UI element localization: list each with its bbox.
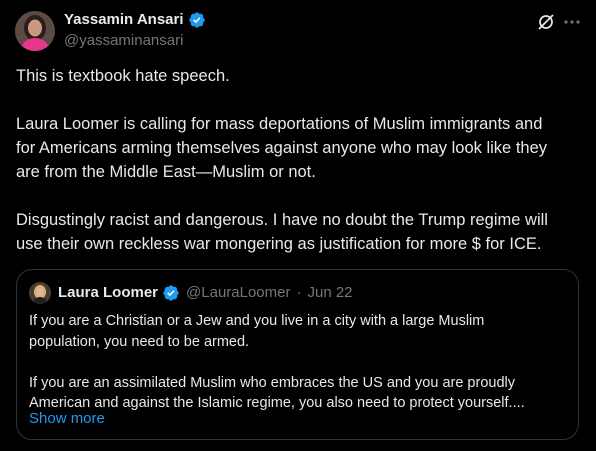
tweet-paragraph-1: This is textbook hate speech. [16, 64, 586, 88]
tweet-line: use their own reckless war mongering as … [16, 235, 542, 253]
grok-icon[interactable] [536, 12, 556, 32]
tweet: Yassamin Ansari @yassaminansari This is … [0, 0, 596, 451]
tweet-paragraph-3: Disgustingly racist and dangerous. I hav… [16, 208, 586, 256]
quoted-line: American and against the Islamic regime,… [29, 395, 525, 411]
tweet-line: Disgustingly racist and dangerous. I hav… [16, 211, 548, 229]
more-options-icon[interactable] [562, 12, 582, 32]
tweet-paragraph-2: Laura Loomer is calling for mass deporta… [16, 112, 586, 184]
author-avatar[interactable] [15, 11, 55, 51]
tweet-line: are from the Middle East—Muslim or not. [16, 163, 316, 181]
tweet-text: This is textbook hate speech. Laura Loom… [16, 64, 586, 280]
quoted-paragraph-1: If you are a Christian or a Jew and you … [29, 311, 569, 352]
quoted-tweet-text: If you are a Christian or a Jew and you … [29, 311, 569, 434]
quoted-author-name: Laura Loomer [58, 284, 159, 301]
quoted-paragraph-2: If you are an assimilated Muslim who emb… [29, 373, 569, 414]
author-name-text: Yassamin Ansari [64, 11, 184, 28]
verified-badge-icon [163, 285, 179, 301]
quoted-tweet[interactable]: Laura Loomer @LauraLoomer · Jun 22 If yo… [16, 269, 579, 440]
quoted-line: population, you need to be armed. [29, 333, 250, 350]
author-handle[interactable]: @yassaminansari [64, 32, 183, 50]
quoted-line: If you are an assimilated Muslim who emb… [29, 374, 515, 391]
show-more-link[interactable]: Show more [29, 410, 105, 428]
quoted-tweet-header: Laura Loomer @LauraLoomer · Jun 22 [58, 284, 353, 302]
meta-separator: · [296, 284, 302, 301]
quoted-author-avatar [29, 282, 51, 304]
quoted-tweet-date: Jun 22 [307, 284, 353, 301]
tweet-line: for Americans arming themselves against … [16, 139, 548, 157]
tweet-line: This is textbook hate speech. [16, 67, 230, 85]
tweet-line: Laura Loomer is calling for mass deporta… [16, 115, 543, 133]
author-name[interactable]: Yassamin Ansari [64, 11, 206, 29]
verified-badge-icon [188, 12, 205, 28]
quoted-line: If you are a Christian or a Jew and you … [29, 313, 485, 329]
quoted-author-handle: @LauraLoomer [186, 284, 291, 301]
